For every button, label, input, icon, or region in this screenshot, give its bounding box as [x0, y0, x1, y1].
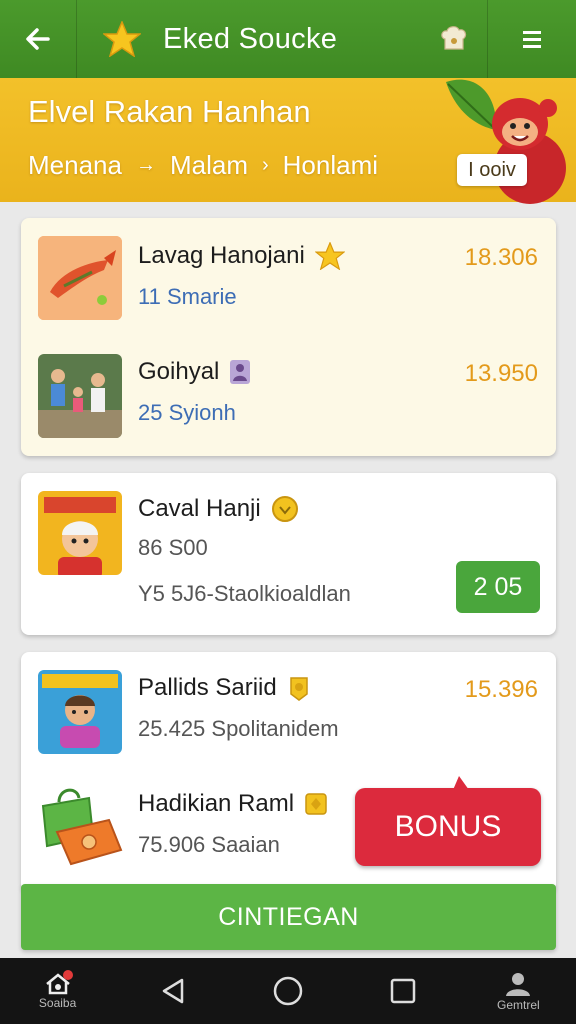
back-button[interactable] [0, 0, 76, 78]
nav-home[interactable]: Soaiba [18, 958, 98, 1024]
item-thumbnail [35, 784, 131, 868]
cartoon-boy-image [38, 491, 122, 575]
star-icon [103, 21, 141, 57]
star-icon [314, 242, 345, 270]
item-subtitle: 25 Syionh [138, 400, 236, 425]
menu-icon [523, 31, 541, 48]
item-subtitle: 75.906 Saaian [138, 832, 280, 857]
bonus-button[interactable]: BONUS [355, 776, 541, 866]
item-price: 18.306 [464, 244, 538, 271]
nav-home-label: Soaiba [38, 995, 77, 1010]
menu-button[interactable] [488, 0, 576, 78]
triangle-back-icon [162, 978, 184, 1004]
item-card: Lavag Hanojani 11 Smarie 18.306 Goihyal [21, 218, 556, 456]
item-name: Hadikian Raml [138, 790, 328, 818]
title-area: Eked Soucke [77, 21, 421, 57]
breadcrumb-separator: → [135, 154, 156, 176]
nav-home-circle[interactable] [248, 958, 328, 1024]
item-thumbnail [38, 236, 122, 320]
item-name: Caval Hanji [138, 495, 299, 523]
family-photo-image [38, 354, 122, 438]
banner-title: Elvel Rakan Hanhan [28, 94, 311, 129]
item-subtitle: 25.425 Spolitanidem [138, 716, 339, 741]
coin-icon [271, 496, 298, 522]
item-detail: Y5 5J6-Staolkioaldlan [138, 581, 351, 606]
item-name-text: Caval Hanji [138, 495, 261, 522]
bag-icon [41, 788, 123, 866]
breadcrumb: Menana → Malam › Honlami [28, 150, 378, 181]
item-name-text: Pallids Sariid [138, 674, 277, 701]
square-recents-icon [390, 978, 416, 1004]
back-arrow-icon [26, 28, 50, 50]
item-card: Caval Hanji 86 S00 Y5 5J6-Staolkioaldlan… [21, 473, 556, 635]
cartoon-kid-image [38, 670, 122, 754]
coin-icon [289, 677, 308, 701]
chef-button[interactable] [421, 0, 487, 78]
coin-icon [305, 793, 327, 815]
item-thumbnail [38, 491, 122, 575]
person-icon [230, 360, 251, 384]
notification-dot [62, 970, 73, 980]
item-name-text: Lavag Hanojani [138, 242, 305, 269]
breadcrumb-item[interactable]: Menana [28, 150, 122, 181]
item-thumbnail [38, 354, 122, 438]
item-name: Lavag Hanojani [138, 242, 345, 270]
nav-back[interactable] [133, 958, 213, 1024]
item-name-text: Goihyal [138, 358, 220, 385]
profile-icon [506, 972, 531, 996]
breadcrumb-separator: › [261, 154, 269, 176]
item-thumbnail [38, 670, 122, 754]
circle-home-icon [273, 976, 303, 1006]
nav-profile-label: Gemtrel [497, 997, 540, 1012]
quantity-button[interactable]: 2 05 [456, 561, 540, 613]
chef-hat-icon [441, 26, 467, 50]
item-price: 13.950 [464, 360, 538, 387]
item-name-text: Hadikian Raml [138, 790, 295, 817]
continue-button[interactable]: CINTIEGAN [21, 884, 556, 950]
nav-recents[interactable] [363, 958, 443, 1024]
item-subtitle: 11 Smarie [138, 284, 237, 309]
nav-profile[interactable]: Gemtrel [478, 958, 558, 1024]
banner-chip[interactable]: I ooiv [457, 154, 527, 186]
navigation-bar: Soaiba Gemtrel [0, 958, 576, 1024]
item-price: 15.396 [464, 676, 538, 703]
breadcrumb-item[interactable]: Malam [170, 150, 248, 181]
app-title: Eked Soucke [163, 22, 338, 55]
fish-icon [38, 236, 122, 320]
item-subtitle: 86 S00 [138, 535, 208, 560]
item-name: Pallids Sariid [138, 674, 311, 702]
item-name: Goihyal [138, 358, 251, 386]
breadcrumb-item[interactable]: Honlami [283, 150, 378, 181]
top-app-bar: Eked Soucke [0, 0, 576, 78]
